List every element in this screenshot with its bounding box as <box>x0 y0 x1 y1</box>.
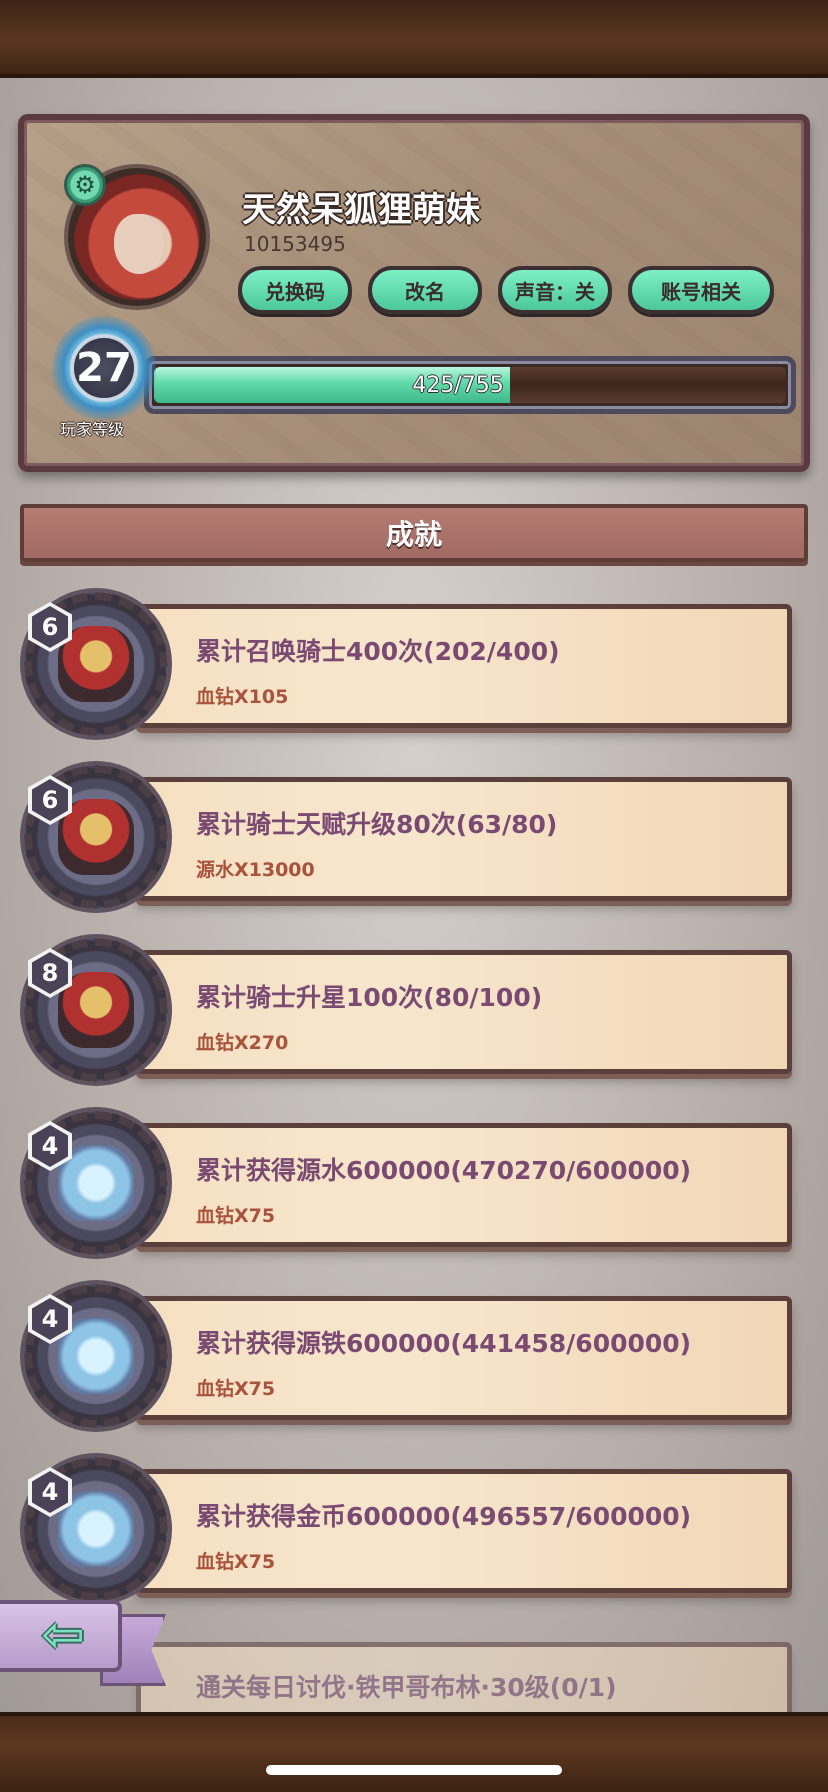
avatar-portrait <box>114 214 164 274</box>
achievement-level: 6 <box>32 606 68 648</box>
achievement-level: 4 <box>32 1471 68 1513</box>
xp-progress-bar: 425/755 <box>144 356 796 414</box>
achievement-item[interactable]: 6 累计召唤骑士400次(202/400) 血钻X105 <box>24 592 800 742</box>
xp-text: 425/755 <box>412 372 504 398</box>
achievement-reward: 血钻X75 <box>196 1205 276 1227</box>
bottom-wood-bar <box>0 1712 828 1792</box>
account-button[interactable]: 账号相关 <box>628 266 774 314</box>
achievements-title: 成就 <box>20 504 808 562</box>
redeem-code-button[interactable]: 兑换码 <box>238 266 352 314</box>
back-button[interactable]: ⇦ <box>0 1596 172 1692</box>
achievement-reward: 血钻X75 <box>196 1378 276 1400</box>
player-level-label: 玩家等级 <box>60 420 125 439</box>
achievement-item[interactable]: 8 累计骑士升星100次(80/100) 血钻X270 <box>24 938 800 1088</box>
achievement-level: 4 <box>32 1298 68 1340</box>
achievement-title: 累计召唤骑士400次(202/400) <box>196 637 560 666</box>
achievement-reward: 血钻X75 <box>196 1551 276 1573</box>
achievement-item[interactable]: 4 累计获得金币600000(496557/600000) 血钻X75 <box>24 1457 800 1607</box>
xp-fill: 425/755 <box>154 367 510 403</box>
player-level: 27 <box>70 334 138 402</box>
rename-button[interactable]: 改名 <box>368 266 482 314</box>
achievement-title: 累计骑士升星100次(80/100) <box>196 983 543 1012</box>
player-id: 10153495 <box>244 232 346 256</box>
profile-panel: ⚙ 天然呆狐狸萌妹 10153495 兑换码 改名 声音：关 账号相关 425/… <box>18 114 810 472</box>
sound-toggle-button[interactable]: 声音：关 <box>498 266 612 314</box>
achievement-title: 累计获得源铁600000(441458/600000) <box>196 1329 692 1358</box>
home-indicator[interactable] <box>266 1765 562 1775</box>
achievement-item[interactable]: 4 累计获得源水600000(470270/600000) 血钻X75 <box>24 1111 800 1261</box>
top-wood-bar <box>0 0 828 78</box>
achievement-level: 6 <box>32 779 68 821</box>
achievement-title: 累计获得源水600000(470270/600000) <box>196 1156 692 1185</box>
achievement-item[interactable]: 4 累计获得源铁600000(441458/600000) 血钻X75 <box>24 1284 800 1434</box>
back-arrow-icon: ⇦ <box>41 1605 85 1665</box>
settings-gear-icon[interactable]: ⚙ <box>64 164 106 206</box>
achievement-reward: 血钻X105 <box>196 686 289 708</box>
achievement-level: 4 <box>32 1125 68 1167</box>
achievement-title: 累计获得金币600000(496557/600000) <box>196 1502 692 1531</box>
achievement-level: 8 <box>32 952 68 994</box>
achievement-title: 通关每日讨伐·铁甲哥布林·30级(0/1) <box>196 1673 617 1702</box>
achievement-item[interactable]: 6 累计骑士天赋升级80次(63/80) 源水X13000 <box>24 765 800 915</box>
xp-track: 425/755 <box>154 367 786 403</box>
achievement-reward: 血钻X270 <box>196 1032 289 1054</box>
player-level-badge: 27 <box>52 316 156 420</box>
player-name: 天然呆狐狸萌妹 <box>242 190 480 230</box>
achievement-reward: 源水X13000 <box>196 859 315 881</box>
achievement-title: 累计骑士天赋升级80次(63/80) <box>196 810 558 839</box>
